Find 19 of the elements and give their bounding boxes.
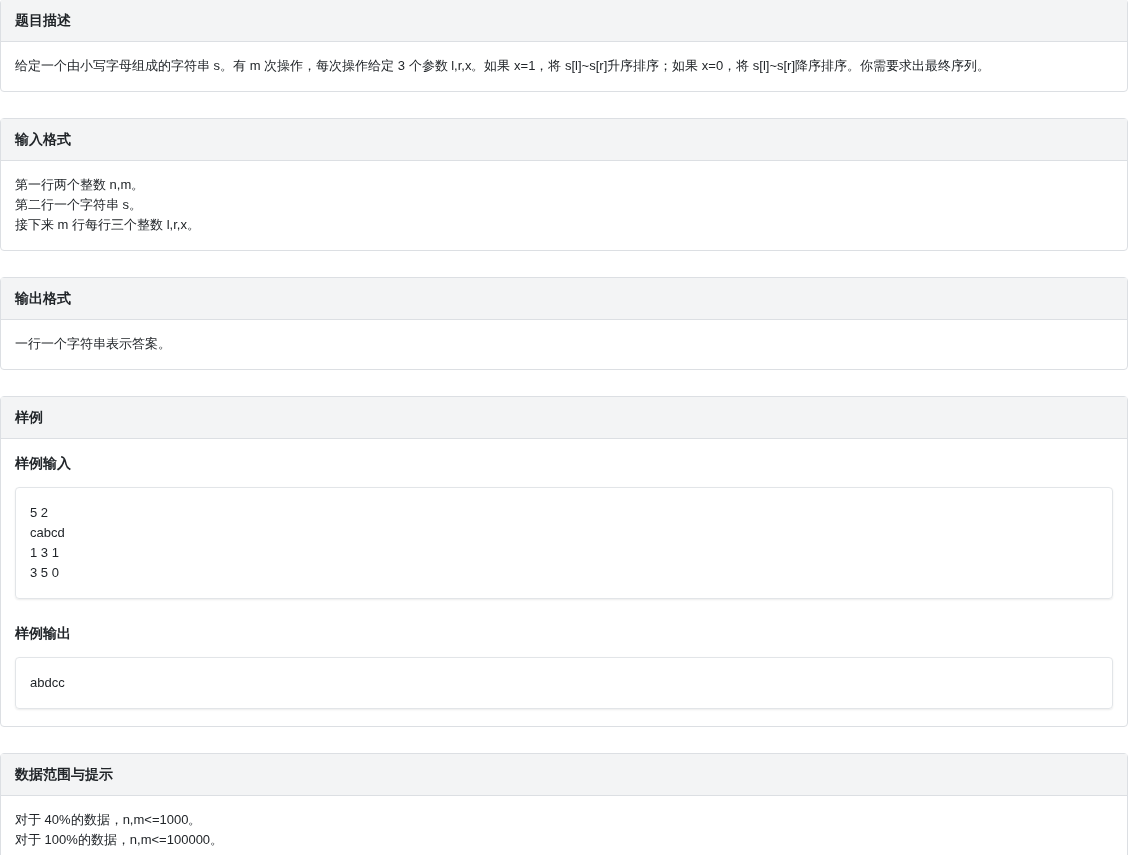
section-title: 输出格式 [1, 278, 1127, 320]
description-text: 对于 40%的数据，n,m<=1000。 [15, 811, 203, 829]
code-line: cabcd [30, 524, 66, 542]
code-line: 1 3 1 [30, 544, 60, 562]
description-text: 给定一个由小写字母组成的字符串 s。有 m 次操作，每次操作给定 3 个参数 l,r,x。如果 x=1，将 s[l]~s[r]升序排序；如果 x=0，将 s[l]~s[r]降序排序。你需要求出最终序列。 [15, 57, 992, 75]
section-title: 题目描述 [1, 0, 1127, 42]
description-text: 对于 100%的数据，n,m<=100000。 [15, 831, 225, 849]
section-title: 数据范围与提示 [1, 754, 1127, 796]
code-line: abdcc [30, 674, 66, 692]
description-text: 一行一个字符串表示答案。 [15, 335, 172, 353]
description-text: 第一行两个整数 n,m。 [15, 176, 146, 194]
description-text: 接下来 m 行每行三个整数 l,r,x。 [15, 216, 201, 234]
sample-label: 样例输出 [15, 625, 72, 643]
section-title: 输入格式 [1, 119, 1127, 161]
code-line: 3 5 0 [30, 564, 60, 582]
description-text: 第二行一个字符串 s。 [15, 196, 144, 214]
sample-label: 样例输入 [15, 455, 72, 473]
section-title: 样例 [1, 397, 1127, 439]
code-line: 5 2 [30, 504, 50, 522]
